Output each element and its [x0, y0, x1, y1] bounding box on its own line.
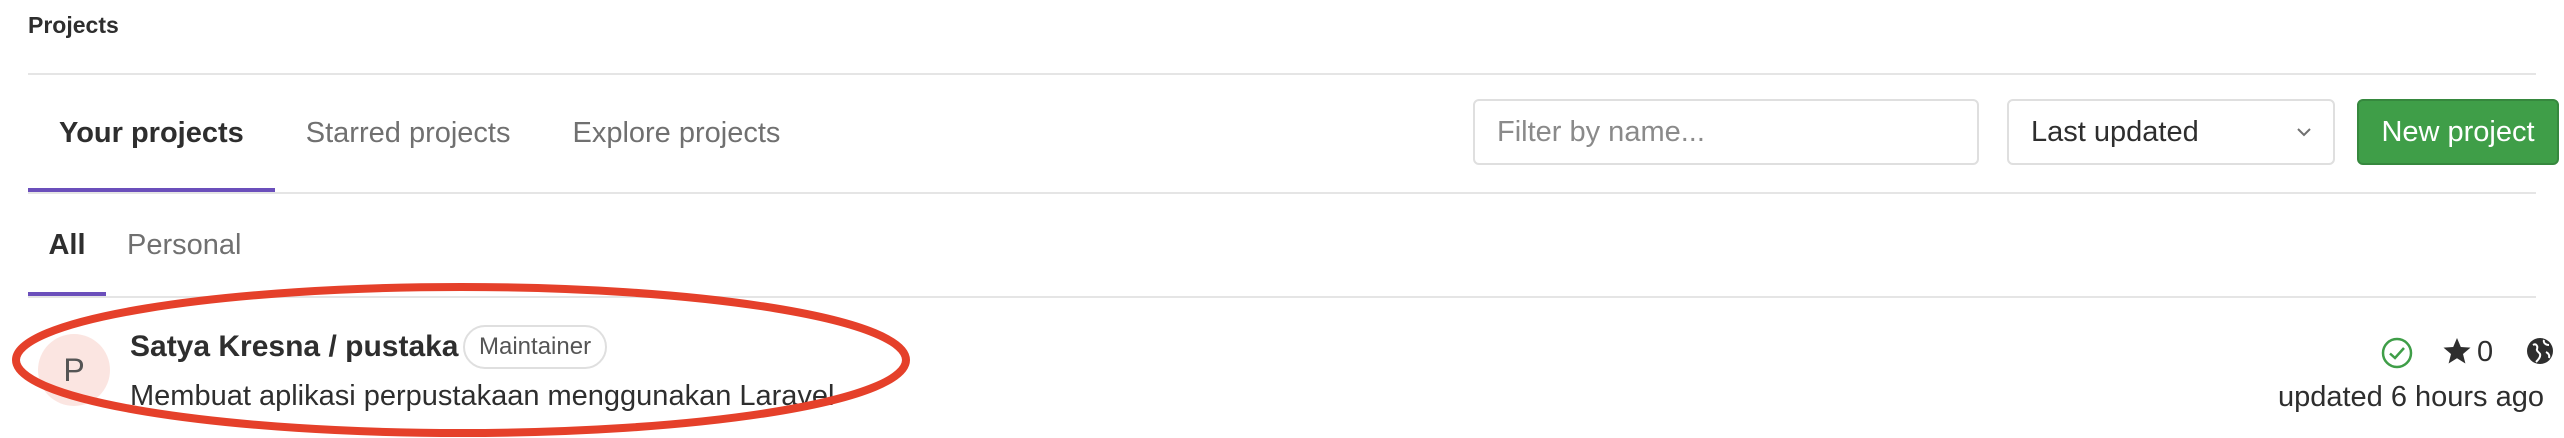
tabs-divider [28, 192, 2536, 194]
subtab-all[interactable]: All [28, 194, 106, 296]
subtab-personal[interactable]: Personal [106, 194, 262, 296]
chevron-down-icon [2297, 128, 2311, 137]
role-badge: Maintainer [463, 325, 608, 369]
filter-input[interactable] [1473, 99, 1979, 165]
star-count: 0 [2477, 336, 2494, 368]
sort-dropdown-label: Last updated [2031, 115, 2199, 148]
project-name-link[interactable]: Satya Kresna / pustaka [130, 330, 459, 364]
check-circle-icon[interactable] [2380, 336, 2414, 370]
tab-starred-projects[interactable]: Starred projects [275, 75, 542, 192]
star-icon[interactable] [2442, 336, 2472, 366]
project-tabs: Your projects Starred projects Explore p… [28, 75, 811, 192]
sort-dropdown[interactable]: Last updated [2007, 99, 2335, 165]
new-project-button[interactable]: New project [2357, 99, 2559, 165]
filter-subtabs: All Personal [28, 194, 262, 296]
project-description: Membuat aplikasi perpustakaan menggunaka… [130, 380, 835, 412]
breadcrumb: Projects [28, 12, 119, 38]
tab-your-projects[interactable]: Your projects [28, 75, 275, 192]
project-avatar[interactable]: P [38, 334, 110, 406]
subtabs-divider [28, 296, 2536, 298]
globe-icon [2527, 338, 2553, 364]
updated-timestamp: updated 6 hours ago [2277, 381, 2544, 413]
tab-explore-projects[interactable]: Explore projects [541, 75, 811, 192]
